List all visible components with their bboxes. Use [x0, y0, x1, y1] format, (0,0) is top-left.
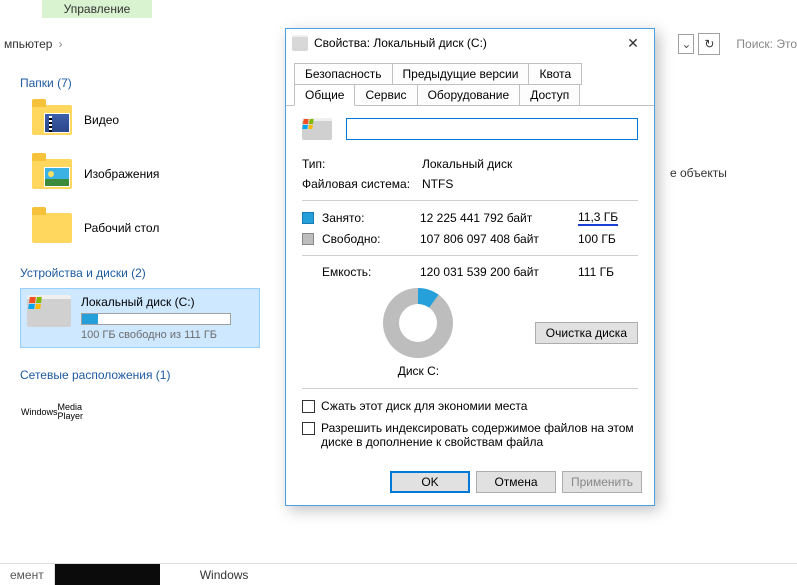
wmp-icon: Windows Media Player: [30, 394, 74, 430]
folder-label: Рабочий стол: [84, 221, 159, 235]
refresh-button[interactable]: ↻: [698, 33, 720, 55]
drive-icon: [292, 35, 308, 51]
value-capacity-gb: 111 ГБ: [578, 265, 638, 279]
label-type: Тип:: [302, 157, 422, 171]
empty-hint: е объекты: [670, 166, 727, 180]
checkbox-icon: [302, 400, 315, 413]
drive-title: Локальный диск (C:): [81, 295, 231, 309]
tab-security[interactable]: Безопасность: [294, 63, 393, 85]
cancel-button[interactable]: Отмена: [476, 471, 556, 493]
folder-images[interactable]: Изображения: [20, 152, 260, 206]
breadcrumb-computer[interactable]: мпьютер: [0, 37, 56, 51]
drive-subtext: 100 ГБ свободно из 111 ГБ: [81, 329, 231, 341]
value-type: Локальный диск: [422, 157, 512, 171]
drive-usage-bar: [81, 313, 231, 325]
donut-label: Диск C:: [398, 364, 439, 378]
dialog-titlebar[interactable]: Свойства: Локальный диск (C:) ✕: [286, 29, 654, 57]
label-free: Свободно:: [322, 232, 414, 246]
folder-label: Изображения: [84, 167, 159, 181]
status-count: емент: [0, 564, 55, 585]
value-used-gb: 11,3 ГБ: [578, 210, 618, 226]
tab-general[interactable]: Общие: [294, 84, 355, 106]
apply-button[interactable]: Применить: [562, 471, 642, 493]
drive-name-input[interactable]: [346, 118, 638, 140]
checkbox-icon: [302, 422, 315, 435]
value-free-bytes: 107 806 097 408 байт: [420, 232, 572, 246]
tab-quota[interactable]: Квота: [528, 63, 582, 85]
tab-bar: Безопасность Предыдущие версии Квота Общ…: [286, 57, 654, 106]
swatch-used: [302, 212, 314, 224]
swatch-free: [302, 233, 314, 245]
value-free-gb: 100 ГБ: [578, 232, 638, 246]
checkbox-label: Сжать этот диск для экономии места: [321, 399, 527, 413]
statusbar: емент Windows: [0, 563, 797, 585]
address-dropdown[interactable]: ⌄: [678, 34, 694, 54]
dialog-title: Свойства: Локальный диск (C:): [314, 36, 618, 50]
label-capacity: Емкость:: [322, 265, 414, 279]
taskbar-item[interactable]: Windows: [160, 568, 249, 582]
checkbox-compress[interactable]: Сжать этот диск для экономии места: [302, 395, 638, 417]
checkbox-indexing[interactable]: Разрешить индексировать содержимое файло…: [302, 417, 638, 453]
network-item-wmp[interactable]: Windows Media Player: [20, 390, 260, 444]
tab-tools[interactable]: Сервис: [354, 84, 417, 106]
properties-dialog: Свойства: Локальный диск (C:) ✕ Безопасн…: [285, 28, 655, 506]
label-used: Занято:: [322, 211, 414, 225]
folder-icon: [30, 210, 74, 246]
chevron-right-icon[interactable]: ›: [56, 37, 64, 51]
checkbox-label: Разрешить индексировать содержимое файло…: [321, 421, 638, 449]
ribbon-tab-manage[interactable]: Управление: [42, 0, 152, 18]
search-input[interactable]: Поиск: Это: [728, 37, 797, 51]
disk-cleanup-button[interactable]: Очистка диска: [535, 322, 638, 344]
label-fs: Файловая система:: [302, 177, 422, 191]
folder-desktop[interactable]: Рабочий стол: [20, 206, 260, 260]
tab-previous-versions[interactable]: Предыдущие версии: [392, 63, 530, 85]
ok-button[interactable]: OK: [390, 471, 470, 493]
folder-icon: [30, 102, 74, 138]
taskbar-start[interactable]: [55, 564, 160, 585]
drive-item-c[interactable]: Локальный диск (C:) 100 ГБ свободно из 1…: [20, 288, 260, 348]
tab-sharing[interactable]: Доступ: [519, 84, 580, 106]
tab-hardware[interactable]: Оборудование: [417, 84, 521, 106]
drive-icon: [27, 295, 71, 327]
close-button[interactable]: ✕: [618, 35, 648, 52]
drive-icon: [302, 118, 332, 140]
value-used-bytes: 12 225 441 792 байт: [420, 211, 572, 225]
value-fs: NTFS: [422, 177, 453, 191]
usage-donut: [383, 288, 453, 358]
folder-video[interactable]: Видео: [20, 98, 260, 152]
value-capacity-bytes: 120 031 539 200 байт: [420, 265, 572, 279]
folder-label: Видео: [84, 113, 119, 127]
folder-icon: [30, 156, 74, 192]
